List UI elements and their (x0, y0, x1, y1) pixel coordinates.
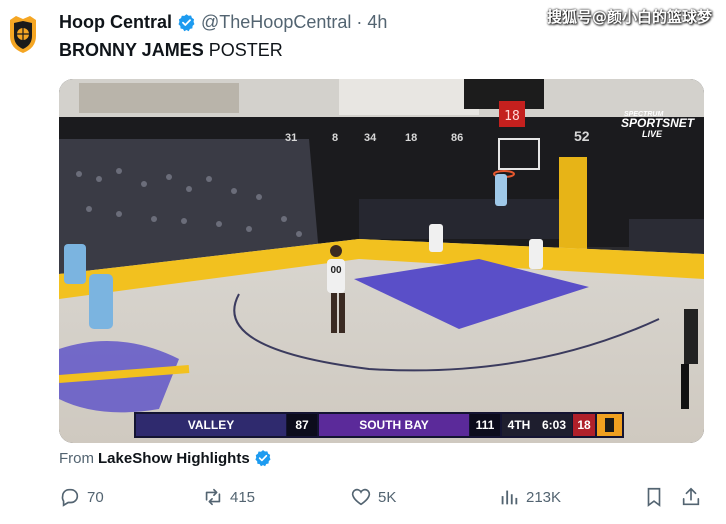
banner-number: 86 (451, 132, 463, 144)
jersey-number: 00 (330, 265, 342, 276)
repost-button[interactable]: 415 (202, 484, 255, 510)
separator-dot: · (356, 12, 363, 32)
reply-count: 70 (87, 488, 104, 506)
timestamp[interactable]: 4h (367, 12, 387, 33)
banner-number: 31 (285, 132, 297, 144)
arena-shot-clock: 18 (504, 109, 520, 124)
share-button[interactable] (680, 484, 702, 510)
banner-number: 52 (574, 128, 590, 144)
watermark: 搜狐号@颜小白的篮球梦 (546, 8, 712, 26)
reply-icon (61, 488, 79, 507)
video-player[interactable]: 18 31 8 34 18 86 52 SPECTRUM SPORTSNET L… (59, 79, 704, 443)
media-source: From LakeShow Highlights (59, 449, 272, 467)
verified-badge-icon (255, 450, 271, 467)
scorebug-score-home: 111 (476, 418, 495, 432)
scorebug-team-home: SOUTH BAY (359, 418, 429, 432)
repost-count: 415 (230, 488, 256, 506)
author-handle[interactable]: @TheHoopCentral (201, 12, 351, 33)
g-league-logo-icon (605, 418, 614, 432)
source-name[interactable]: LakeShow Highlights (98, 450, 250, 467)
scorebug-score-away: 87 (295, 418, 309, 432)
action-bar: 70 415 5K 213K (59, 484, 704, 510)
analytics-icon (501, 490, 518, 505)
author-name[interactable]: Hoop Central (59, 12, 172, 33)
share-icon (682, 487, 700, 506)
avatar[interactable] (8, 14, 38, 54)
views-button[interactable]: 213K (498, 484, 561, 510)
banner-number: 8 (332, 132, 338, 144)
like-count: 5K (378, 488, 397, 506)
bookmark-button[interactable] (643, 484, 665, 510)
tweet-text: BRONNY JAMES POSTER (59, 40, 283, 61)
repost-icon (205, 488, 221, 506)
broadcaster-line3: LIVE (642, 129, 663, 139)
tweet-header: Hoop Central @TheHoopCentral · 4h (59, 12, 387, 33)
verified-badge-icon (178, 14, 195, 32)
like-button[interactable]: 5K (350, 484, 396, 510)
from-label: From (59, 449, 94, 467)
banner-number: 34 (364, 132, 377, 144)
video-frame: 18 31 8 34 18 86 52 SPECTRUM SPORTSNET L… (59, 79, 704, 443)
broadcaster-line2: SPORTSNET (621, 116, 696, 130)
scorebug-shot-clock: 18 (577, 418, 591, 432)
scorebug-team-away: VALLEY (188, 418, 234, 432)
banner-number: 18 (405, 132, 417, 144)
heart-icon (351, 488, 371, 506)
scorebug-period: 4TH (508, 418, 531, 432)
scorebug: VALLEY 87 SOUTH BAY 111 4TH 6:03 18 (134, 412, 624, 438)
tweet-text-bold: BRONNY JAMES (59, 40, 204, 60)
bookmark-icon (647, 487, 661, 507)
reply-button[interactable]: 70 (59, 484, 104, 510)
view-count: 213K (526, 488, 562, 506)
tweet-text-rest: POSTER (203, 40, 283, 60)
scorebug-clock: 6:03 (542, 418, 566, 432)
